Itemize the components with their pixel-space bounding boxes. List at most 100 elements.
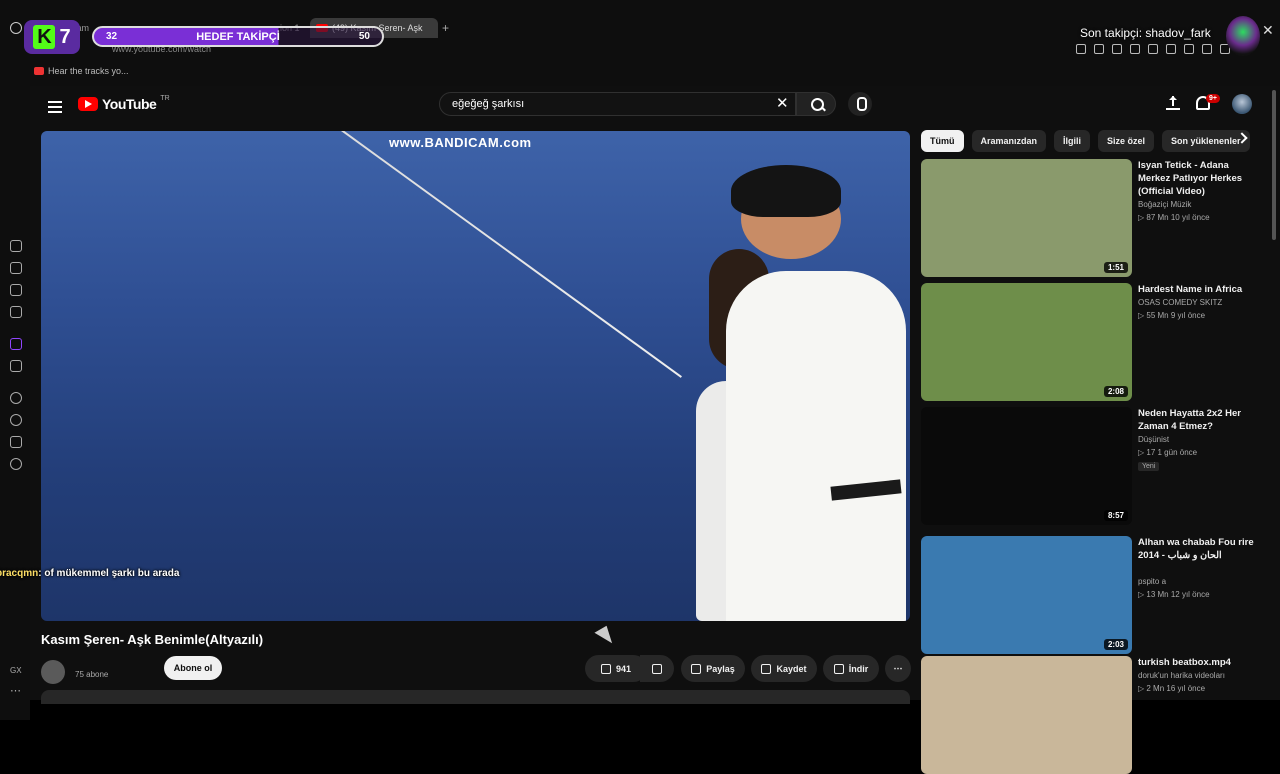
duration-badge: 2:03 — [1103, 639, 1128, 650]
kick-number: 7 — [59, 25, 71, 48]
youtube-play-icon — [78, 97, 98, 111]
duration-badge: 1:51 — [1103, 262, 1128, 273]
download-icon — [833, 663, 844, 674]
like-count: 941 — [615, 663, 632, 674]
recommendation-title[interactable]: Isyan Tetick - Adana Merkez Patlıyor Her… — [1138, 159, 1258, 198]
share-icon — [691, 663, 702, 674]
channel-name[interactable]: pspito a — [1138, 577, 1166, 586]
channel-avatar[interactable] — [41, 660, 65, 684]
chat-username: bracqmn — [0, 568, 39, 579]
search-button[interactable] — [796, 92, 836, 116]
cube-icon[interactable] — [10, 436, 22, 448]
video-thumbnail[interactable]: 8:57 — [921, 407, 1132, 525]
video-thumbnail[interactable]: 1:51 — [921, 159, 1132, 277]
clear-search-icon[interactable]: ✕ — [776, 94, 789, 112]
more-icon[interactable]: ⋯ — [10, 684, 21, 697]
filter-chip[interactable]: Tümü — [921, 130, 964, 152]
search-value: eğeğeğ şarkısı — [452, 98, 525, 110]
new-badge: Yeni — [1138, 462, 1160, 471]
like-button[interactable]: 941 — [585, 655, 647, 682]
region-label: TR — [160, 94, 170, 102]
crossed-icon[interactable] — [10, 284, 22, 296]
dislike-button[interactable] — [640, 655, 674, 682]
streamer-avatar — [1226, 16, 1260, 56]
kick-logo: K 7 — [24, 20, 80, 54]
filter-chip[interactable]: Aramanızdan — [971, 130, 1047, 152]
man-hat — [731, 165, 841, 217]
view-meta: ▷ 55 Mn 9 yıl önce — [1138, 311, 1206, 320]
fishing-rod — [341, 131, 682, 378]
clock-icon[interactable] — [10, 414, 22, 426]
shield-icon[interactable] — [1112, 44, 1122, 54]
more-actions-button[interactable]: ⋯ — [885, 655, 911, 682]
scrollbar[interactable] — [1272, 90, 1276, 240]
upload-icon[interactable] — [1166, 96, 1180, 110]
channel-name[interactable]: doruk'un harika videoları — [1138, 671, 1225, 680]
channel-name[interactable]: Düşünist — [1138, 435, 1169, 444]
filter-chip[interactable]: Size özel — [1098, 130, 1155, 152]
thumbs-up-icon — [600, 663, 611, 674]
cube-icon[interactable] — [1184, 44, 1194, 54]
bookmark-label: Hear the tracks yo... — [48, 66, 129, 76]
close-icon[interactable]: ✕ — [1262, 22, 1274, 39]
pin-icon[interactable] — [1076, 44, 1086, 54]
m-icon[interactable] — [10, 306, 22, 318]
save-button[interactable]: Kaydet — [751, 655, 817, 682]
filter-chip[interactable]: İlgili — [1054, 130, 1091, 152]
share-button[interactable]: Paylaş — [681, 655, 745, 682]
video-thumbnail[interactable]: 2:03 — [921, 536, 1132, 654]
player-icon[interactable] — [10, 392, 22, 404]
channel-name[interactable]: Boğaziçi Müzik — [1138, 200, 1191, 209]
man-figure — [726, 271, 906, 621]
subscribe-button[interactable]: Abone ol — [164, 656, 222, 680]
share-label: Paylaş — [706, 663, 735, 674]
view-meta: ▷ 13 Mn 12 yıl önce — [1138, 590, 1210, 599]
view-meta: ▷ 17 1 gün önce — [1138, 448, 1198, 457]
video-watermark: www.BANDICAM.com — [389, 135, 532, 150]
youtube-logo[interactable]: YouTube TR — [78, 94, 170, 112]
filter-chip[interactable]: Son yüklenenler — [1162, 130, 1250, 152]
goal-label: HEDEF TAKİPÇİ — [196, 30, 280, 43]
account-avatar[interactable] — [1232, 94, 1252, 114]
extension-icons — [1076, 44, 1230, 54]
thumbs-down-icon — [652, 663, 662, 674]
subscriber-count: 75 abone — [75, 670, 109, 679]
opera-menu-icon[interactable] — [10, 22, 22, 34]
description-box[interactable] — [41, 690, 910, 704]
video-thumbnail[interactable]: 2:08 — [921, 283, 1132, 401]
browser-sidebar: GX ⋯ — [0, 86, 30, 720]
mic-icon[interactable] — [848, 92, 872, 116]
recommendation-title[interactable]: Neden Hayatta 2x2 Her Zaman 4 Etmez? — [1138, 407, 1258, 433]
search-input[interactable]: eğeğeğ şarkısı — [439, 92, 796, 116]
settings-icon[interactable] — [10, 458, 22, 470]
duration-badge: 8:57 — [1103, 510, 1128, 521]
youtube-page: YouTube TR eğeğeğ şarkısı ✕ 9+ www.BANDI… — [30, 86, 1280, 774]
percent-icon[interactable] — [10, 360, 22, 372]
settings-icon[interactable] — [1166, 44, 1176, 54]
recommendation-title[interactable]: Hardest Name in Africa — [1138, 283, 1258, 296]
chat-overlay: bracqmn: of mükemmel şarkı bu arada — [0, 568, 179, 579]
download-button[interactable]: İndir — [823, 655, 879, 682]
logo-text: YouTube — [102, 96, 157, 112]
twitch-icon[interactable] — [10, 338, 22, 350]
recommendation-title[interactable]: turkish beatbox.mp4 — [1138, 656, 1258, 669]
recommendation-title[interactable]: Alhan wa chabab Fou rire 2014 - الحان و … — [1138, 536, 1258, 562]
chat-message: : of mükemmel şarkı bu arada — [38, 568, 180, 579]
speed-dial-icon[interactable] — [10, 240, 22, 252]
play-icon[interactable] — [1130, 44, 1140, 54]
view-meta: ▷ 2 Mn 16 yıl önce — [1138, 684, 1206, 693]
new-tab-button[interactable]: + — [442, 18, 449, 38]
video-title: Kasım Şeren- Aşk Benimle(Altyazılı) — [41, 632, 264, 647]
channel-name[interactable]: OSAS COMEDY SKITZ — [1138, 298, 1222, 307]
bag-icon[interactable] — [10, 262, 22, 274]
screenshot-icon[interactable] — [1094, 44, 1104, 54]
download-icon[interactable] — [1202, 44, 1212, 54]
filter-chips: Tümü Aramanızdan İlgili Size özel Son yüklen… — [921, 130, 1250, 152]
video-player[interactable]: www.BANDICAM.com — [41, 131, 910, 621]
video-thumbnail[interactable] — [921, 656, 1132, 774]
heart-icon[interactable] — [1148, 44, 1158, 54]
follower-goal-bar: 32 HEDEF TAKİPÇİ 50 — [92, 26, 384, 47]
bookmark-item[interactable]: Hear the tracks yo... — [34, 66, 129, 76]
hamburger-menu-icon[interactable] — [48, 98, 62, 116]
download-label: İndir — [848, 663, 869, 674]
